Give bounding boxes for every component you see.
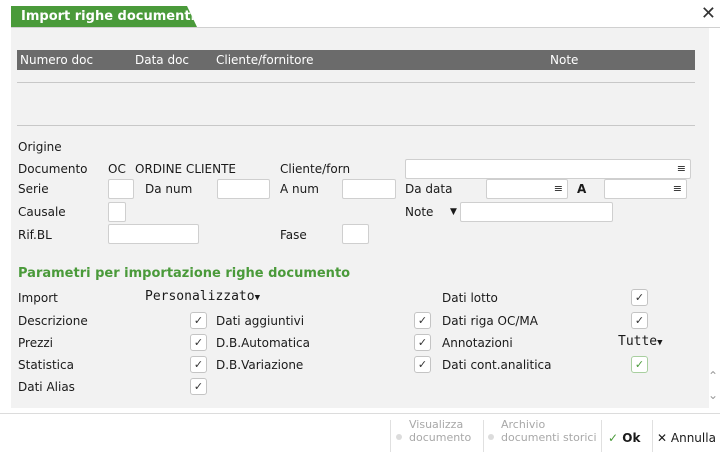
visualizza-documento-button[interactable]: Visualizza documento (409, 418, 479, 454)
note-label: Note (405, 205, 434, 219)
rif-bl-input[interactable] (108, 224, 199, 244)
origine-heading: Origine (18, 140, 62, 154)
db-variazione-checkbox[interactable]: ✓ (414, 356, 431, 373)
statistica-label: Statistica (18, 358, 74, 372)
menu-icon[interactable]: ≡ (673, 182, 682, 196)
col-data-doc[interactable]: Data doc (135, 50, 189, 70)
caret-down-icon: ▼ (657, 338, 663, 348)
scroll-down-icon[interactable]: ⌄ (708, 388, 718, 402)
a-data-input[interactable]: ≡ (604, 179, 687, 199)
documento-label: Documento (18, 162, 88, 176)
dati-riga-label: Dati riga OC/MA (442, 314, 538, 328)
da-data-input[interactable]: ≡ (486, 179, 568, 199)
dati-riga-checkbox[interactable]: ✓ (631, 312, 648, 329)
footer-separator (601, 420, 602, 452)
prezzi-label: Prezzi (18, 336, 54, 350)
fase-label: Fase (280, 228, 307, 242)
footer-separator (652, 420, 653, 452)
a-num-input[interactable] (342, 179, 396, 199)
import-value: Personalizzato (145, 289, 255, 304)
dati-alias-label: Dati Alias (18, 380, 75, 394)
parametri-heading: Parametri per importazione righe documen… (18, 266, 351, 281)
import-select[interactable]: Personalizzato▼ (145, 289, 260, 304)
dati-aggiuntivi-label: Dati aggiuntivi (216, 314, 305, 328)
da-num-input[interactable] (217, 179, 270, 199)
col-cliente-fornitore[interactable]: Cliente/fornitore (216, 50, 314, 70)
archivio-documenti-storici-button[interactable]: Archivio documenti storici (501, 418, 598, 454)
note-input[interactable] (460, 202, 613, 222)
visualizza-dot-icon (396, 434, 402, 440)
grid-row-divider (17, 82, 695, 83)
grid-bottom-divider (17, 125, 695, 126)
statistica-checkbox[interactable]: ✓ (190, 356, 207, 373)
annulla-label: Annulla (670, 431, 716, 445)
check-icon: ✓ (608, 431, 619, 445)
annulla-button[interactable]: ✕ Annulla (657, 430, 720, 446)
dati-aggiuntivi-checkbox[interactable]: ✓ (414, 312, 431, 329)
import-label: Import (18, 291, 58, 305)
footer-separator (483, 420, 484, 452)
a-data-label: A (577, 182, 587, 196)
col-numero-doc[interactable]: Numero doc (20, 50, 93, 70)
da-num-label: Da num (145, 182, 193, 196)
descrizione-label: Descrizione (18, 314, 88, 328)
ok-button[interactable]: ✓ Ok (608, 430, 650, 446)
visualizza-line2: documento (409, 431, 472, 444)
documento-code[interactable]: OC (108, 161, 126, 177)
annotazioni-value: Tutte (618, 334, 658, 349)
scroll-up-icon[interactable]: ⌃ (708, 369, 718, 383)
db-variazione-label: D.B.Variazione (216, 358, 304, 372)
a-num-label: A num (280, 182, 319, 196)
prezzi-checkbox[interactable]: ✓ (190, 334, 207, 351)
cliente-forn-input[interactable]: ≡ (405, 159, 691, 179)
dati-alias-checkbox[interactable]: ✓ (190, 378, 207, 395)
caret-down-icon: ▼ (254, 293, 260, 303)
caret-down-icon[interactable]: ▼ (450, 204, 457, 220)
archivio-dot-icon (488, 434, 494, 440)
cliente-forn-label: Cliente/forn (280, 162, 351, 176)
dati-cont-checkbox[interactable]: ✓ (631, 356, 648, 373)
da-data-label: Da data (405, 182, 453, 196)
annotazioni-select[interactable]: Tutte▼ (618, 334, 663, 349)
archivio-line2: documenti storici (501, 431, 597, 444)
close-icon[interactable]: ✕ (701, 5, 716, 23)
fase-input[interactable] (342, 224, 369, 244)
archivio-line1: Archivio (501, 418, 546, 431)
rif-bl-label: Rif.BL (18, 228, 52, 242)
grid-header: Numero doc Data doc Cliente/fornitore No… (17, 50, 695, 70)
footer-separator (390, 420, 391, 452)
visualizza-line1: Visualizza (409, 418, 464, 431)
dati-lotto-label: Dati lotto (442, 291, 498, 305)
serie-label: Serie (18, 182, 49, 196)
footer-divider (0, 413, 720, 414)
window-title: Import righe documenti (11, 6, 197, 27)
dati-cont-label: Dati cont.analitica (442, 358, 552, 372)
causale-label: Causale (18, 205, 66, 219)
db-automatica-checkbox[interactable]: ✓ (414, 334, 431, 351)
menu-icon[interactable]: ≡ (554, 182, 563, 196)
menu-icon[interactable]: ≡ (677, 162, 686, 176)
descrizione-checkbox[interactable]: ✓ (190, 312, 207, 329)
col-note[interactable]: Note (550, 50, 578, 70)
db-automatica-label: D.B.Automatica (216, 336, 310, 350)
documento-description: ORDINE CLIENTE (135, 162, 237, 176)
annotazioni-label: Annotazioni (442, 336, 513, 350)
dati-lotto-checkbox[interactable]: ✓ (631, 289, 648, 306)
serie-input[interactable] (108, 179, 134, 199)
ok-label: Ok (622, 431, 641, 445)
close-icon: ✕ (657, 431, 668, 445)
causale-input[interactable] (108, 202, 126, 222)
